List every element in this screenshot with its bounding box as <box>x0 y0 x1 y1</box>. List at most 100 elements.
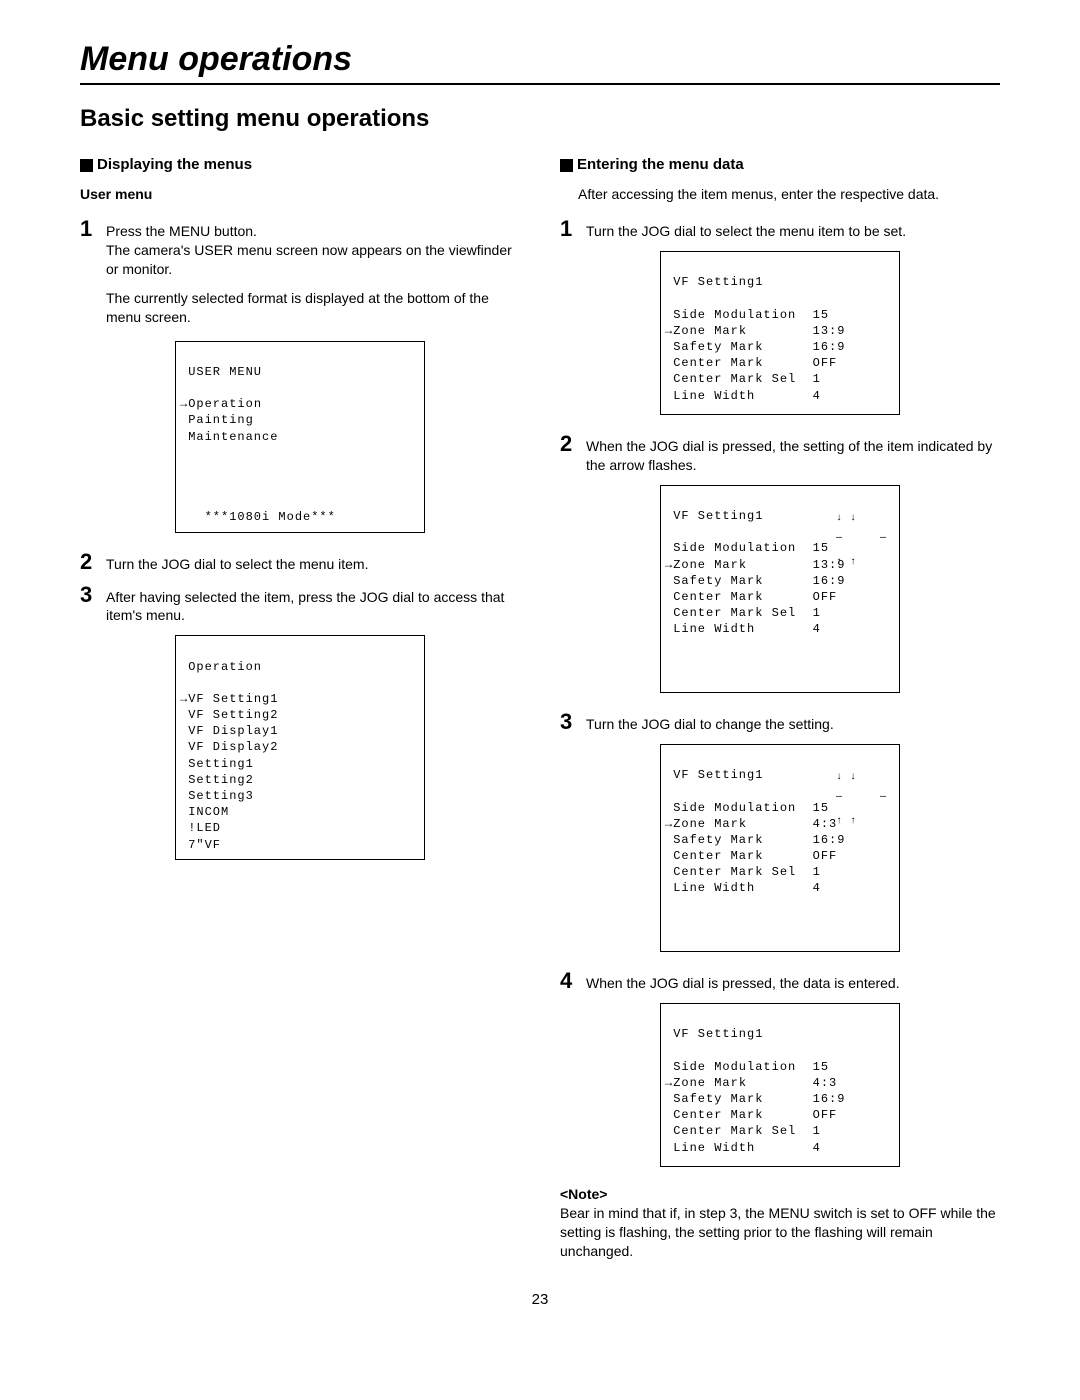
screen-line: Line Width <box>665 1141 755 1155</box>
screen-line: !LED <box>180 821 221 835</box>
step-number: 3 <box>80 584 106 606</box>
screen-line: Side Modulation <box>665 801 796 815</box>
step-text: Press the MENU button. <box>106 222 520 241</box>
flash-dash-icon: — <box>880 534 887 544</box>
screen-line: Zone Mark <box>673 817 747 831</box>
screen-line: 7"VF <box>180 838 221 852</box>
screen-line: Setting3 <box>180 789 254 803</box>
section-title: Basic setting menu operations <box>80 105 1000 133</box>
user-menu-label: User menu <box>80 185 520 204</box>
note-heading: <Note> <box>560 1185 1000 1204</box>
screen-val: 4 <box>813 1141 821 1155</box>
screen-line: Zone Mark <box>673 558 747 572</box>
screen-line: Center Mark Sel <box>665 1124 796 1138</box>
screen-line: Zone Mark <box>673 1076 747 1090</box>
screen-line: Line Width <box>665 622 755 636</box>
screen-line: Center Mark <box>665 849 763 863</box>
screen-line: VF Setting1 <box>188 692 278 706</box>
bullet-square-icon <box>80 159 93 172</box>
screen-vf-3: VF Setting1 Side Modulation 15 →Zone Mar… <box>660 744 900 952</box>
page: Menu operations Basic setting menu opera… <box>0 0 1080 1338</box>
step-number: 1 <box>80 218 106 240</box>
screen-val: 16:9 <box>813 1092 846 1106</box>
screen-line: Center Mark <box>665 356 763 370</box>
screen-user-menu: USER MENU →Operation Painting Maintenanc… <box>175 341 425 533</box>
step-text: After having selected the item, press th… <box>106 584 520 626</box>
screen-title: VF Setting1 <box>665 509 763 523</box>
step-number: 2 <box>560 433 586 455</box>
screen-val: 15 <box>813 308 829 322</box>
bullet-square-icon <box>560 159 573 172</box>
screen-line: Safety Mark <box>665 1092 763 1106</box>
screen-title: VF Setting1 <box>665 1027 763 1041</box>
flash-dash-icon: — <box>836 793 843 803</box>
flash-tick-icon: ↓ ↓ <box>836 514 857 524</box>
screen-val: 16:9 <box>813 833 846 847</box>
screen-line: Center Mark <box>665 590 763 604</box>
screen-title: VF Setting1 <box>665 768 763 782</box>
flash-tick-icon: ↓ ↓ <box>836 773 857 783</box>
screen-line: Center Mark Sel <box>665 372 796 386</box>
flash-dash-icon: — <box>836 534 843 544</box>
screen-line: Center Mark Sel <box>665 865 796 879</box>
screen-val: 13:9 <box>813 324 846 338</box>
screen-line: VF Display1 <box>180 724 278 738</box>
step-number: 3 <box>560 711 586 733</box>
screen-val: 4:3 <box>804 817 837 831</box>
step-text: Turn the JOG dial to select the menu ite… <box>586 218 1000 241</box>
screen-val: 16:9 <box>813 340 846 354</box>
screen-line: Setting2 <box>180 773 254 787</box>
screen-line: Side Modulation <box>665 541 796 555</box>
screen-line: Center Mark <box>665 1108 763 1122</box>
screen-title: VF Setting1 <box>665 275 763 289</box>
step-text: When the JOG dial is pressed, the settin… <box>586 433 1000 475</box>
screen-val: 15 <box>813 541 829 555</box>
screen-val: OFF <box>813 1108 838 1122</box>
step-text: Turn the JOG dial to change the setting. <box>586 711 1000 734</box>
note-body: Bear in mind that if, in step 3, the MEN… <box>560 1204 1000 1261</box>
left-step-2: 2 Turn the JOG dial to select the menu i… <box>80 551 520 574</box>
step-text: When the JOG dial is pressed, the data i… <box>586 970 1000 993</box>
screen-val: OFF <box>813 356 838 370</box>
screen-val: 4 <box>813 389 821 403</box>
screen-title: USER MENU <box>180 365 262 379</box>
page-number: 23 <box>80 1291 1000 1308</box>
screen-line: Safety Mark <box>665 574 763 588</box>
screen-val: 4 <box>813 881 821 895</box>
right-subheading: Entering the menu data <box>560 155 1000 175</box>
screen-val: OFF <box>813 590 838 604</box>
screen-val: 1 <box>813 1124 821 1138</box>
chapter-title: Menu operations <box>80 40 1000 85</box>
screen-line: Setting1 <box>180 757 254 771</box>
left-step-1: 1 Press the MENU button. The camera's US… <box>80 218 520 279</box>
right-step-4: 4 When the JOG dial is pressed, the data… <box>560 970 1000 993</box>
step-number: 4 <box>560 970 586 992</box>
step-body: Press the MENU button. The camera's USER… <box>106 218 520 279</box>
step-number: 1 <box>560 218 586 240</box>
screen-line: Operation <box>188 397 262 411</box>
screen-operation: Operation →VF Setting1 VF Setting2 VF Di… <box>175 635 425 859</box>
screen-line: Line Width <box>665 389 755 403</box>
screen-line: Line Width <box>665 881 755 895</box>
left-column: Displaying the menus User menu 1 Press t… <box>80 155 520 1261</box>
right-step-3: 3 Turn the JOG dial to change the settin… <box>560 711 1000 734</box>
right-step-2: 2 When the JOG dial is pressed, the sett… <box>560 433 1000 475</box>
screen-line: Safety Mark <box>665 833 763 847</box>
two-columns: Displaying the menus User menu 1 Press t… <box>80 155 1000 1261</box>
step-text: The currently selected format is display… <box>106 289 520 327</box>
flash-tick-icon: ↑ ↑ <box>836 558 857 568</box>
screen-title: Operation <box>180 660 262 674</box>
screen-val: OFF <box>813 849 838 863</box>
screen-footer: ***1080i Mode*** <box>180 510 336 524</box>
left-step-3: 3 After having selected the item, press … <box>80 584 520 626</box>
screen-val: 16:9 <box>813 574 846 588</box>
screen-line: Center Mark Sel <box>665 606 796 620</box>
right-intro: After accessing the item menus, enter th… <box>578 185 1000 204</box>
screen-line: INCOM <box>180 805 229 819</box>
right-column: Entering the menu data After accessing t… <box>560 155 1000 1261</box>
left-subheading-text: Displaying the menus <box>97 155 252 175</box>
screen-vf-4: VF Setting1 Side Modulation 15 →Zone Mar… <box>660 1003 900 1167</box>
screen-line: VF Setting2 <box>180 708 278 722</box>
step-text: Turn the JOG dial to select the menu ite… <box>106 551 520 574</box>
screen-line: VF Display2 <box>180 740 278 754</box>
